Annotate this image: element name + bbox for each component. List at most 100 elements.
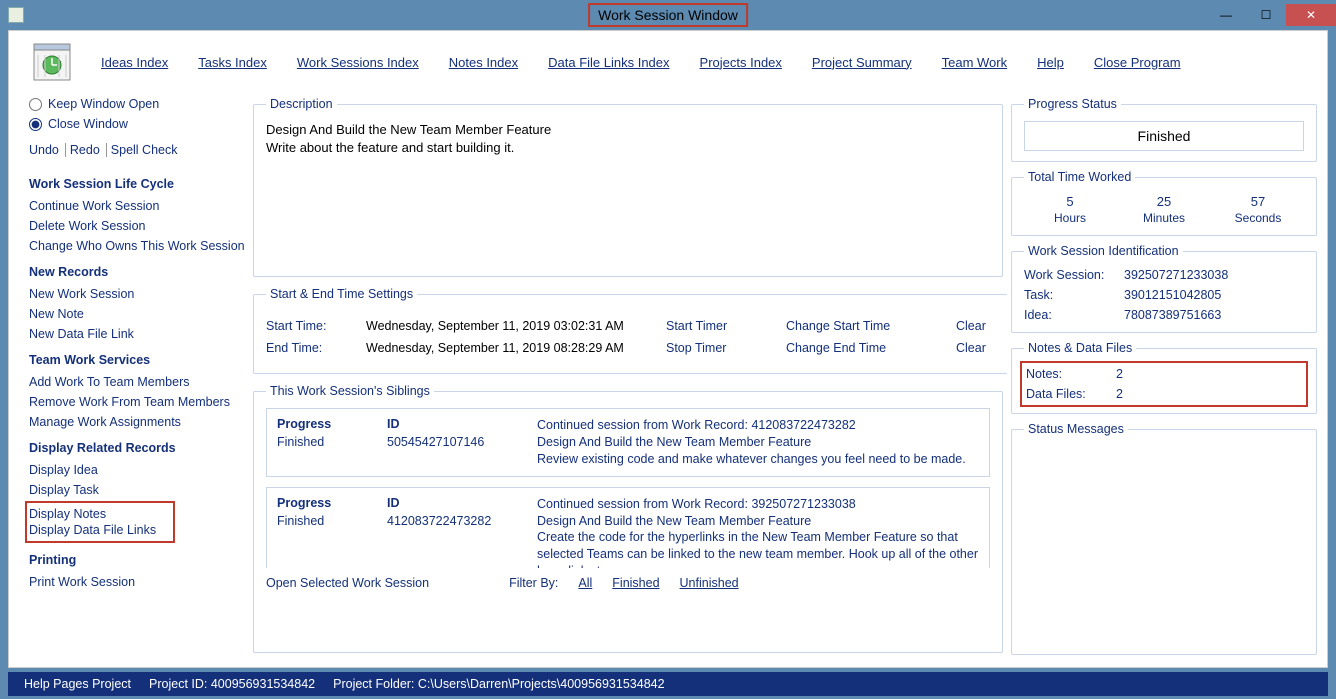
notes-data-files-fieldset: Notes & Data Files Notes: 2 Data Files: … (1011, 341, 1317, 414)
highlighted-display-links: Display Notes Display Data File Links (25, 501, 175, 543)
end-time-value: Wednesday, September 11, 2019 08:28:29 A… (366, 341, 656, 355)
footer-project-id: Project ID: 400956931534842 (149, 677, 315, 691)
filter-finished[interactable]: Finished (612, 576, 659, 590)
notes-count-label: Notes: (1026, 367, 1106, 381)
nav-notes-index[interactable]: Notes Index (449, 55, 518, 70)
filter-by-label: Filter By: (509, 576, 558, 590)
nav-help[interactable]: Help (1037, 55, 1064, 70)
window-title: Work Session Window (588, 3, 748, 27)
link-new-data-file-link[interactable]: New Data File Link (29, 327, 245, 341)
progress-status-legend: Progress Status (1024, 97, 1121, 111)
sibling-progress: Finished (277, 435, 377, 449)
sibling-desc: Continued session from Work Record: 4120… (537, 417, 979, 468)
sibling-row[interactable]: Progress ID Continued session from Work … (266, 408, 990, 477)
section-printing: Printing (29, 553, 245, 567)
hours-value: 5 (1024, 194, 1116, 209)
status-bar: Help Pages Project Project ID: 400956931… (8, 672, 1328, 696)
nav-ideas-index[interactable]: Ideas Index (101, 55, 168, 70)
link-new-note[interactable]: New Note (29, 307, 245, 321)
idea-id-label: Idea: (1024, 308, 1114, 322)
minutes-value: 25 (1118, 194, 1210, 209)
sibling-progress: Finished (277, 514, 377, 528)
nav-tasks-index[interactable]: Tasks Index (198, 55, 267, 70)
start-timer-link[interactable]: Start Timer (666, 319, 776, 333)
link-manage-assignments[interactable]: Manage Work Assignments (29, 415, 245, 429)
radio-keep-window-open[interactable]: Keep Window Open (29, 97, 245, 111)
close-button[interactable]: ✕ (1286, 4, 1336, 26)
section-new-records: New Records (29, 265, 245, 279)
nav-projects-index[interactable]: Projects Index (700, 55, 782, 70)
description-legend: Description (266, 97, 337, 111)
identification-fieldset: Work Session Identification Work Session… (1011, 244, 1317, 333)
stop-timer-link[interactable]: Stop Timer (666, 341, 776, 355)
sibling-desc: Continued session from Work Record: 3925… (537, 496, 979, 568)
clear-end-link[interactable]: Clear (956, 341, 1007, 355)
filter-all[interactable]: All (578, 576, 592, 590)
description-text[interactable]: Design And Build the New Team Member Fea… (266, 121, 990, 156)
seconds-value: 57 (1212, 194, 1304, 209)
open-selected-link[interactable]: Open Selected Work Session (266, 576, 429, 590)
app-icon (8, 7, 24, 23)
redo-link[interactable]: Redo (70, 143, 107, 157)
minimize-button[interactable]: — (1206, 4, 1246, 26)
siblings-legend: This Work Session's Siblings (266, 384, 434, 398)
work-session-id-value: 392507271233038 (1124, 268, 1304, 282)
main-area: Description Design And Build the New Tea… (249, 93, 1007, 667)
radio-label: Close Window (48, 117, 128, 131)
task-id-value: 39012151042805 (1124, 288, 1304, 302)
link-display-notes[interactable]: Display Notes (29, 507, 171, 521)
notes-count-value: 2 (1116, 367, 1146, 381)
link-change-owner[interactable]: Change Who Owns This Work Session (29, 239, 245, 253)
undo-link[interactable]: Undo (29, 143, 66, 157)
section-lifecycle: Work Session Life Cycle (29, 177, 245, 191)
clear-start-link[interactable]: Clear (956, 319, 1007, 333)
highlighted-notes-box: Notes: 2 Data Files: 2 (1020, 361, 1308, 407)
siblings-footer: Open Selected Work Session Filter By: Al… (266, 576, 990, 590)
link-print-work-session[interactable]: Print Work Session (29, 575, 245, 589)
footer-help-project[interactable]: Help Pages Project (24, 677, 131, 691)
sibling-id: 50545427107146 (387, 435, 527, 449)
nav-work-sessions-index[interactable]: Work Sessions Index (297, 55, 419, 70)
progress-status-fieldset: Progress Status Finished (1011, 97, 1317, 162)
section-teamwork: Team Work Services (29, 353, 245, 367)
seconds-label: Seconds (1212, 211, 1304, 225)
filter-unfinished[interactable]: Unfinished (680, 576, 739, 590)
main-toolbar: Ideas Index Tasks Index Work Sessions In… (9, 31, 1327, 93)
start-time-value: Wednesday, September 11, 2019 03:02:31 A… (366, 319, 656, 333)
nav-project-summary[interactable]: Project Summary (812, 55, 912, 70)
desc-line: Write about the feature and start buildi… (266, 139, 990, 157)
window-controls: — ☐ ✕ (1206, 4, 1336, 26)
link-display-data-file-links[interactable]: Display Data File Links (29, 523, 171, 537)
nav-data-file-links-index[interactable]: Data File Links Index (548, 55, 669, 70)
status-messages-legend: Status Messages (1024, 422, 1128, 436)
sibling-id: 412083722473282 (387, 514, 527, 528)
idea-id-value: 78087389751663 (1124, 308, 1304, 322)
radio-close-window[interactable]: Close Window (29, 117, 245, 131)
work-session-id-label: Work Session: (1024, 268, 1114, 282)
link-remove-work-from-team[interactable]: Remove Work From Team Members (29, 395, 245, 409)
time-worked-fieldset: Total Time Worked 5 25 57 Hours Minutes … (1011, 170, 1317, 236)
nav-team-work[interactable]: Team Work (942, 55, 1008, 70)
titlebar: Work Session Window — ☐ ✕ (0, 0, 1336, 30)
link-display-task[interactable]: Display Task (29, 483, 245, 497)
maximize-button[interactable]: ☐ (1246, 4, 1286, 26)
siblings-list[interactable]: Progress ID Continued session from Work … (266, 408, 990, 568)
status-messages-fieldset: Status Messages (1011, 422, 1317, 655)
data-files-count-label: Data Files: (1026, 387, 1106, 401)
nav-close-program[interactable]: Close Program (1094, 55, 1181, 70)
sibling-row[interactable]: Progress ID Continued session from Work … (266, 487, 990, 568)
link-delete-work-session[interactable]: Delete Work Session (29, 219, 245, 233)
end-time-label: End Time: (266, 341, 356, 355)
change-start-time-link[interactable]: Change Start Time (786, 319, 946, 333)
change-end-time-link[interactable]: Change End Time (786, 341, 946, 355)
link-continue-work-session[interactable]: Continue Work Session (29, 199, 245, 213)
link-add-work-to-team[interactable]: Add Work To Team Members (29, 375, 245, 389)
col-id: ID (387, 496, 527, 510)
time-worked-legend: Total Time Worked (1024, 170, 1135, 184)
link-new-work-session[interactable]: New Work Session (29, 287, 245, 301)
progress-status-value: Finished (1024, 121, 1304, 151)
link-display-idea[interactable]: Display Idea (29, 463, 245, 477)
col-id: ID (387, 417, 527, 431)
spellcheck-link[interactable]: Spell Check (111, 143, 184, 157)
task-id-label: Task: (1024, 288, 1114, 302)
